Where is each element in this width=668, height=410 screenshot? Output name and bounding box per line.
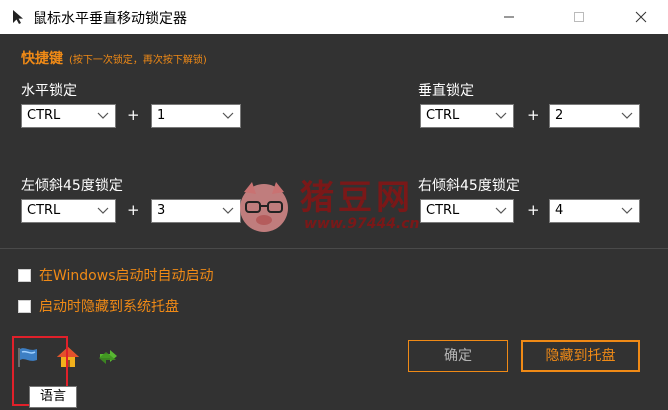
close-icon	[635, 11, 647, 23]
options-panel: 在Windows启动时自动启动 启动时隐藏到系统托盘	[0, 248, 668, 410]
shortcut-heading-text: 快捷键	[21, 51, 63, 67]
plus-sign: +	[527, 201, 540, 219]
plus-sign: +	[127, 106, 140, 124]
chevron-down-icon	[621, 207, 633, 214]
watermark-brand: 猪豆网	[300, 178, 414, 218]
startup-label: 在Windows启动时自动启动	[39, 268, 214, 284]
vertical-modifier-select[interactable]: CTRL	[420, 104, 514, 128]
pig-mascot-icon	[240, 182, 288, 232]
minimize-button[interactable]	[486, 0, 532, 34]
hide-to-tray-button[interactable]: 隐藏到托盘	[521, 340, 640, 372]
left45-key-select[interactable]: 3	[151, 199, 241, 223]
plus-sign: +	[527, 106, 540, 124]
close-button[interactable]	[618, 0, 664, 34]
chevron-down-icon	[97, 112, 109, 119]
horizontal-key-value: 1	[157, 108, 166, 123]
refresh-icon[interactable]	[96, 345, 120, 369]
vertical-key-value: 2	[555, 108, 564, 123]
vertical-key-select[interactable]: 2	[549, 104, 640, 128]
watermark: 猪豆网 www.97444.cn	[232, 168, 442, 248]
tray-label: 启动时隐藏到系统托盘	[39, 299, 179, 315]
title-bar: 鼠标水平垂直移动锁定器	[0, 0, 668, 34]
chevron-down-icon	[97, 207, 109, 214]
startup-checkbox[interactable]	[18, 268, 31, 282]
minimize-icon	[504, 16, 514, 18]
shortcut-heading: 快捷键 (按下一次锁定，再次按下解锁)	[21, 48, 207, 68]
chevron-down-icon	[495, 207, 507, 214]
horizontal-lock-label: 水平锁定	[21, 83, 77, 99]
startup-option[interactable]: 在Windows启动时自动启动	[18, 265, 214, 285]
right45-key-value: 4	[555, 203, 564, 218]
ok-button[interactable]: 确定	[408, 340, 508, 372]
chevron-down-icon	[495, 112, 507, 119]
vertical-modifier-value: CTRL	[426, 108, 460, 123]
left45-modifier-value: CTRL	[27, 203, 61, 218]
tray-checkbox[interactable]	[18, 299, 31, 313]
left45-lock-label: 左倾斜45度锁定	[21, 178, 123, 194]
vertical-lock-label: 垂直锁定	[418, 83, 474, 99]
right45-key-select[interactable]: 4	[549, 199, 640, 223]
horizontal-modifier-select[interactable]: CTRL	[21, 104, 116, 128]
horizontal-modifier-value: CTRL	[27, 108, 61, 123]
tray-option[interactable]: 启动时隐藏到系统托盘	[18, 296, 179, 316]
plus-sign: +	[127, 201, 140, 219]
left45-modifier-select[interactable]: CTRL	[21, 199, 116, 223]
left45-key-value: 3	[157, 203, 166, 218]
horizontal-key-select[interactable]: 1	[151, 104, 241, 128]
chevron-down-icon	[621, 112, 633, 119]
app-cursor-icon	[13, 10, 23, 24]
maximize-button[interactable]	[556, 0, 602, 34]
watermark-url: www.97444.cn	[304, 216, 420, 232]
language-tooltip: 语言	[29, 386, 77, 408]
maximize-icon	[574, 12, 584, 22]
chevron-down-icon	[222, 112, 234, 119]
window-title: 鼠标水平垂直移动锁定器	[33, 11, 187, 27]
shortcut-hint: (按下一次锁定，再次按下解锁)	[69, 55, 207, 66]
